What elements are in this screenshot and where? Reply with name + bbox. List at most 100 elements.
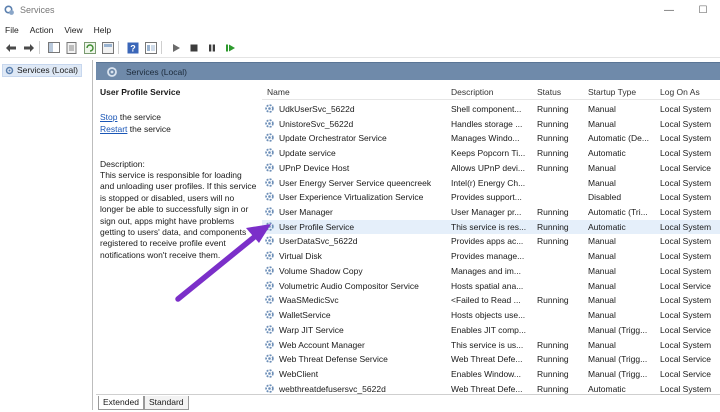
service-log-on-as-cell: Local System — [660, 265, 712, 276]
service-name-cell: UserDataSvc_5622d — [279, 236, 358, 247]
service-log-on-as-cell: Local Service — [660, 368, 712, 379]
service-status-cell: Running — [537, 162, 569, 173]
service-log-on-as-cell: Local System — [660, 221, 712, 232]
gear-icon — [264, 132, 275, 143]
service-description-cell: Allows UPnP devi... — [451, 162, 526, 173]
service-startup-type-cell: Manual — [588, 280, 616, 291]
table-row[interactable]: UserDataSvc_5622d Provides apps ac... Runn… — [262, 234, 720, 249]
restart-link[interactable]: Restart — [100, 124, 127, 134]
table-row[interactable]: Warp JIT Service Enables JIT comp... Manua… — [262, 323, 720, 338]
tree-item-label: Services (Local) — [17, 65, 78, 75]
column-header-startup-type[interactable]: Startup Type — [588, 87, 636, 97]
service-startup-type-cell: Automatic (Tri... — [588, 207, 648, 218]
column-header-description[interactable]: Description — [451, 87, 494, 97]
service-name-cell: User Profile Service — [279, 221, 355, 232]
restart-icon[interactable] — [223, 41, 237, 55]
stop-link[interactable]: Stop — [100, 112, 118, 122]
gear-icon — [264, 103, 275, 114]
restore-button[interactable]: ☐ — [686, 0, 720, 20]
service-status-cell: Running — [537, 221, 569, 232]
table-row[interactable]: Virtual Disk Provides manage... Manual Loca… — [262, 249, 720, 264]
tab-standard[interactable]: Standard — [144, 396, 189, 410]
table-row[interactable]: UnistoreSvc_5622d Handles storage ... Runn… — [262, 117, 720, 132]
table-row[interactable]: WaaSMedicSvc <Failed to Read ... Running Ma… — [262, 293, 720, 308]
table-row[interactable]: Volumetric Audio Compositor Service Hosts… — [262, 279, 720, 294]
service-description-cell: Manages Windo... — [451, 133, 520, 144]
svg-text:?: ? — [130, 43, 136, 53]
table-row[interactable]: User Experience Virtualization Service Pr… — [262, 190, 720, 205]
toolbar-separator — [39, 41, 40, 54]
gear-icon — [5, 66, 14, 75]
pause-icon[interactable] — [205, 41, 219, 55]
title-bar: Services — ☐ — [0, 0, 720, 20]
menu-help[interactable]: Help — [94, 25, 111, 35]
service-log-on-as-cell: Local System — [660, 177, 712, 188]
extended-description-pane: User Profile Service Stop the service Re… — [96, 82, 261, 394]
service-description-cell: Enables Window... — [451, 368, 521, 379]
properties-icon[interactable] — [65, 41, 79, 55]
service-log-on-as-cell: Local Service — [660, 324, 712, 335]
table-row[interactable]: User Energy Server Service queencreek Int… — [262, 176, 720, 191]
minimize-button[interactable]: — — [652, 0, 686, 20]
refresh-icon[interactable] — [83, 41, 97, 55]
service-description-cell: Shell component... — [451, 104, 522, 114]
toolbar-separator — [161, 41, 162, 54]
gear-icon — [106, 66, 118, 78]
service-status-cell: Running — [537, 354, 569, 365]
service-startup-type-cell: Manual — [588, 339, 616, 350]
column-header-status[interactable]: Status — [537, 87, 561, 97]
table-row[interactable]: Update service Keeps Popcorn Ti... Running… — [262, 146, 720, 161]
table-row[interactable]: User Manager User Manager pr... Running Aut… — [262, 205, 720, 220]
gear-icon — [264, 147, 275, 158]
gear-icon — [264, 353, 275, 364]
stop-suffix: the service — [117, 112, 161, 122]
back-icon[interactable] — [4, 41, 18, 55]
table-row[interactable]: User Profile Service This service is res.… — [262, 219, 720, 235]
service-log-on-as-cell: Local System — [660, 339, 712, 350]
description-text: This service is responsible for loading … — [100, 170, 257, 260]
table-row[interactable]: UdkUserSvc_5622d Shell component... Runnin… — [262, 102, 720, 117]
column-header-log-on-as[interactable]: Log On As — [660, 87, 700, 97]
export-list-icon[interactable] — [101, 41, 115, 55]
list-header: Name Description Status Startup Type Log… — [262, 82, 720, 100]
service-description-cell: Web Threat Defe... — [451, 383, 523, 394]
service-description-cell: Provides support... — [451, 192, 522, 203]
service-startup-type-cell: Disabled — [588, 192, 622, 203]
table-row[interactable]: webthreatdefusersvc_5622d Web Threat Defe… — [262, 382, 720, 394]
help-icon[interactable]: ? — [126, 41, 140, 55]
stop-icon[interactable] — [187, 41, 201, 55]
gear-icon — [264, 221, 275, 232]
service-startup-type-cell: Manual (Trigg... — [588, 324, 648, 335]
table-row[interactable]: WalletService Hosts objects use... Manual L… — [262, 308, 720, 323]
menu-file[interactable]: File — [5, 25, 19, 35]
gear-icon — [264, 162, 275, 173]
service-log-on-as-cell: Local System — [660, 104, 712, 114]
selected-service-name: User Profile Service — [100, 87, 181, 97]
table-row[interactable]: Update Orchestrator Service Manages Windo… — [262, 131, 720, 146]
menu-action[interactable]: Action — [30, 25, 54, 35]
tab-extended[interactable]: Extended — [98, 396, 144, 410]
column-header-name[interactable]: Name — [267, 87, 290, 97]
service-description-cell: Enables JIT comp... — [451, 324, 526, 335]
services-app-icon — [4, 4, 15, 16]
service-name-cell: Update Orchestrator Service — [279, 133, 387, 144]
start-icon[interactable] — [169, 41, 183, 55]
restart-action: Restart the service — [100, 124, 171, 134]
view-icon[interactable] — [144, 41, 158, 55]
service-description-cell: This service is us... — [451, 339, 524, 350]
service-description-cell: <Failed to Read ... — [451, 295, 521, 306]
show-hide-console-tree-icon[interactable] — [47, 41, 61, 55]
table-row[interactable]: Web Account Manager This service is us...… — [262, 338, 720, 353]
tree-item-services-local[interactable]: Services (Local) — [2, 64, 82, 77]
table-row[interactable]: UPnP Device Host Allows UPnP devi... Runni… — [262, 161, 720, 176]
table-row[interactable]: Web Threat Defense Service Web Threat Def… — [262, 352, 720, 367]
service-name-cell: Web Threat Defense Service — [279, 354, 388, 365]
service-status-cell: Running — [537, 148, 569, 159]
menu-view[interactable]: View — [64, 25, 82, 35]
restart-suffix: the service — [127, 124, 171, 134]
table-row[interactable]: Volume Shadow Copy Manages and im... Manua… — [262, 264, 720, 279]
forward-icon[interactable] — [22, 41, 36, 55]
table-row[interactable]: WebClient Enables Window... Running Manual … — [262, 367, 720, 382]
service-name-cell: User Energy Server Service queencreek — [279, 177, 432, 188]
service-status-cell: Running — [537, 133, 569, 144]
